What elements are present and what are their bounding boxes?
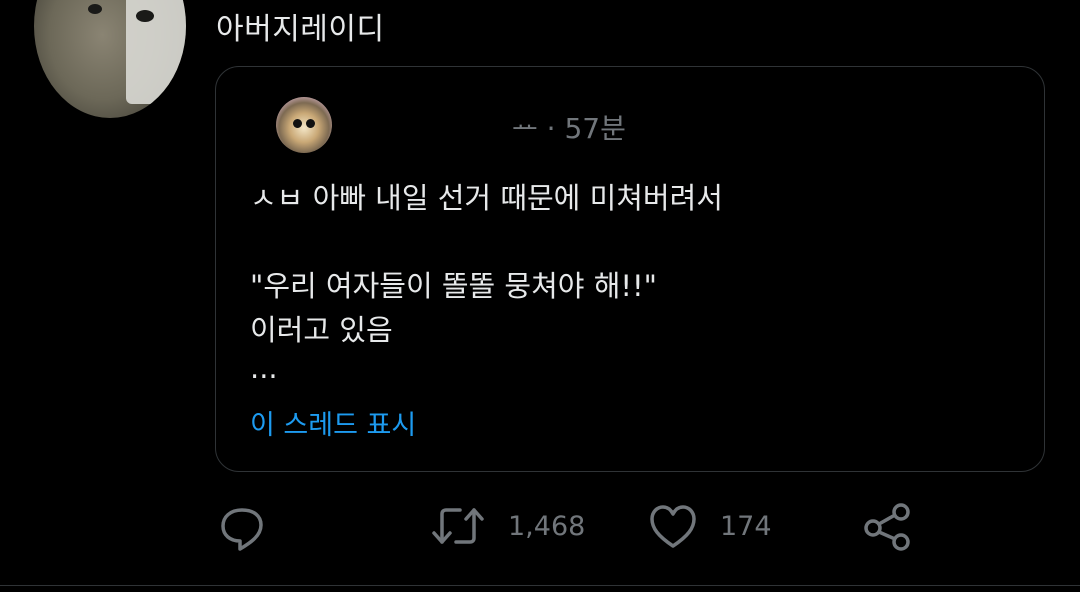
author-avatar[interactable] [34,0,186,118]
meta-separator: · [546,112,556,145]
retweet-icon [430,500,486,552]
avatar-eye [293,119,302,128]
quoted-text-line: ㅅㅂ 아빠 내일 선거 때문에 미쳐버려서 [250,181,723,215]
share-button[interactable] [862,500,912,552]
quoted-timestamp[interactable]: 57분 [564,112,625,145]
avatar-highlight [126,0,186,104]
avatar-eye [306,119,315,128]
show-thread-link[interactable]: 이 스레드 표시 [250,403,416,442]
quoted-handle-fragment: ᅭ [512,112,538,145]
quoted-author-avatar[interactable] [276,97,332,153]
retweet-count: 1,468 [508,510,586,542]
retweet-button[interactable]: 1,468 [430,500,585,552]
like-count: 174 [720,510,772,542]
quoted-text-line: ... [250,351,278,385]
quoted-tweet-meta: ᅭ · 57분 [512,107,626,147]
divider [0,585,1080,586]
avatar-mark [88,4,102,14]
reply-button[interactable] [218,500,266,552]
author-name[interactable]: 아버지레이디 [216,4,385,48]
share-icon [862,500,912,552]
reply-icon [218,500,266,552]
quoted-text-line: 이러고 있음 [250,313,393,347]
quoted-tweet-card[interactable]: ᅭ · 57분 ㅅㅂ 아빠 내일 선거 때문에 미쳐버려서 "우리 여자들이 똘… [215,66,1045,472]
quoted-text-line: "우리 여자들이 똘똘 뭉쳐야 해!!" [250,269,657,303]
heart-icon [648,500,698,552]
avatar-mark [136,10,154,22]
like-button[interactable]: 174 [648,500,772,552]
tweet-actions: 1,468 174 [0,500,1080,560]
